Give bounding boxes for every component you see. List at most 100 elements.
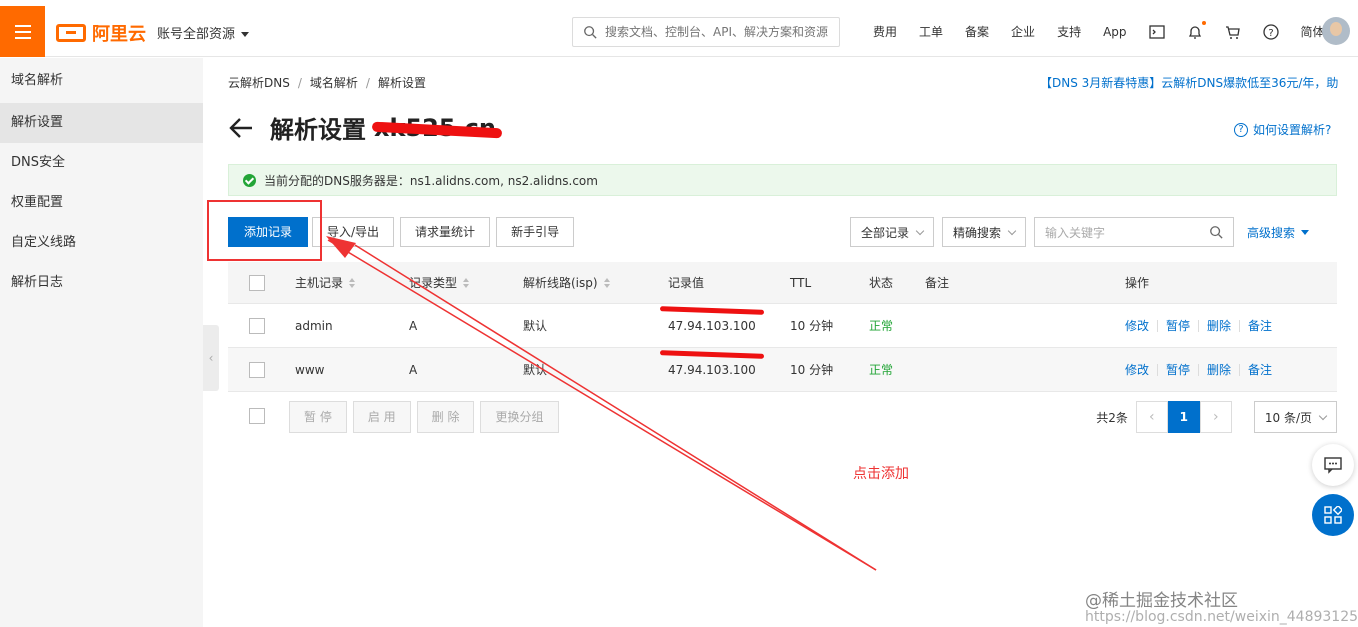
batch-pause-button[interactable]: 暂 停: [289, 401, 347, 433]
feedback-chat-button[interactable]: [1312, 444, 1354, 486]
global-search[interactable]: [572, 17, 840, 47]
edit-link[interactable]: 修改: [1125, 361, 1149, 378]
breadcrumb-item-current: 解析设置: [377, 76, 426, 90]
batch-enable-button[interactable]: 启 用: [352, 401, 411, 433]
table-row: admin A 默认 47.94.103.100 10 分钟 正常 修改 暂停 …: [228, 304, 1337, 348]
status-cell: 正常: [869, 363, 894, 377]
sidebar-item-logs[interactable]: 解析日志: [0, 263, 203, 303]
global-search-input[interactable]: [605, 25, 835, 39]
nav-enterprise[interactable]: 企业: [1011, 23, 1035, 40]
bell-icon[interactable]: [1187, 20, 1206, 40]
next-page-button[interactable]: ›: [1199, 401, 1232, 433]
batch-select-checkbox[interactable]: [249, 408, 265, 424]
page-number-current[interactable]: 1: [1167, 401, 1200, 433]
match-mode-select[interactable]: 精确搜索: [942, 217, 1027, 247]
page-title-row: 解析设置 xk525.cn: [228, 110, 503, 145]
cart-icon[interactable]: [1225, 24, 1241, 40]
language-switch[interactable]: 简体: [1301, 23, 1325, 40]
terminal-icon[interactable]: [1148, 24, 1165, 40]
check-circle-icon: [243, 173, 256, 187]
question-icon: ?: [1234, 122, 1248, 137]
sort-icon: [349, 277, 356, 288]
remark-link[interactable]: 备注: [1248, 361, 1272, 378]
total-count: 共2条: [1096, 410, 1128, 425]
table-row: www A 默认 47.94.103.100 10 分钟 正常 修改 暂停 删除…: [228, 348, 1337, 392]
import-export-button[interactable]: 导入/导出: [312, 217, 395, 247]
top-bar: 阿里云 账号全部资源 费用 工单 备案 企业 支持 App ? 简体: [0, 0, 1358, 57]
header-ttl: TTL: [790, 275, 812, 290]
header-line[interactable]: 解析线路(isp): [523, 262, 610, 303]
header-host[interactable]: 主机记录: [295, 262, 356, 303]
sidebar: 域名解析 解析设置 DNS安全 权重配置 自定义线路 解析日志: [0, 58, 203, 627]
nav-billing[interactable]: 费用: [873, 23, 897, 40]
help-link[interactable]: ? 如何设置解析?: [1234, 121, 1331, 138]
watermark: @稀土掘金技术社区 https://blog.csdn.net/weixin_4…: [1085, 586, 1358, 625]
menu-icon[interactable]: [0, 6, 45, 57]
header-value: 记录值: [668, 276, 705, 290]
pause-link[interactable]: 暂停: [1166, 317, 1190, 334]
request-stats-button[interactable]: 请求量统计: [400, 217, 491, 247]
sidebar-collapse-handle[interactable]: ‹: [203, 325, 219, 391]
svg-text:?: ?: [1268, 28, 1273, 39]
header-status: 状态: [869, 276, 894, 290]
sort-icon: [463, 277, 470, 288]
delete-link[interactable]: 删除: [1207, 317, 1231, 334]
domain-name: xk525.cn: [371, 114, 503, 142]
page-size-select[interactable]: 10 条/页: [1253, 401, 1337, 433]
avatar[interactable]: [1322, 17, 1350, 45]
line-cell: 默认: [523, 363, 548, 377]
remark-link[interactable]: 备注: [1248, 317, 1272, 334]
select-all-checkbox[interactable]: [249, 274, 265, 291]
header-type[interactable]: 记录类型: [409, 262, 470, 303]
annotation-text: 点击添加: [853, 466, 909, 482]
logo-text: 阿里云: [92, 24, 146, 45]
help-icon[interactable]: ?: [1262, 23, 1279, 40]
nav-app[interactable]: App: [1103, 25, 1126, 39]
nav-support[interactable]: 支持: [1057, 23, 1081, 40]
chevron-left-icon: ‹: [208, 351, 214, 365]
beginner-guide-button[interactable]: 新手引导: [496, 217, 575, 247]
row-actions: 修改 暂停 删除 备注: [1125, 348, 1272, 391]
apps-button[interactable]: [1312, 494, 1354, 536]
caret-down-icon: [1301, 229, 1310, 235]
host-cell: admin: [295, 318, 333, 333]
account-resource-switcher[interactable]: 账号全部资源: [157, 23, 250, 42]
aliyun-logo-icon: [56, 24, 86, 42]
nav-icp[interactable]: 备案: [965, 23, 989, 40]
breadcrumb-item-domain[interactable]: 域名解析: [310, 76, 358, 90]
batch-delete-button[interactable]: 删 除: [416, 401, 475, 433]
delete-link[interactable]: 删除: [1207, 361, 1231, 378]
nav-tickets[interactable]: 工单: [919, 23, 943, 40]
prev-page-button[interactable]: ‹: [1135, 401, 1168, 433]
type-cell: A: [409, 318, 418, 333]
pause-link[interactable]: 暂停: [1166, 361, 1190, 378]
redaction-scribble: [659, 306, 765, 315]
page-title: 解析设置: [270, 116, 366, 144]
sidebar-item-resolve-settings[interactable]: 解析设置: [0, 103, 203, 143]
top-nav: 费用 工单 备案 企业 支持 App ? 简体: [873, 20, 1347, 40]
watermark-brand: @稀土掘金技术社区: [1085, 591, 1238, 611]
keyword-input[interactable]: 输入关键字: [1034, 217, 1235, 247]
sidebar-item-weight[interactable]: 权重配置: [0, 183, 203, 223]
chevron-down-icon: [915, 226, 925, 235]
row-checkbox[interactable]: [249, 361, 265, 378]
promo-link[interactable]: 【DNS 3月新春特惠】云解析DNS爆款低至36元/年，助力: [1040, 74, 1338, 91]
notice-text: 当前分配的DNS服务器是：ns1.alidns.com, ns2.alidns.…: [264, 173, 598, 188]
change-group-button[interactable]: 更换分组: [480, 401, 559, 433]
sidebar-item-dns-security[interactable]: DNS安全: [0, 143, 203, 183]
host-cell: www: [295, 362, 325, 377]
back-arrow-icon[interactable]: [228, 115, 254, 141]
edit-link[interactable]: 修改: [1125, 317, 1149, 334]
aliyun-logo[interactable]: 阿里云: [56, 20, 146, 46]
caret-down-icon: [241, 32, 250, 37]
pagination: 共2条 ‹ 1 › 10 条/页: [1096, 401, 1337, 433]
status-cell: 正常: [869, 319, 894, 333]
sort-icon: [603, 277, 610, 288]
record-filter-select[interactable]: 全部记录: [850, 217, 935, 247]
chevron-down-icon: [1318, 411, 1328, 420]
advanced-search-toggle[interactable]: 高级搜索: [1247, 224, 1310, 241]
breadcrumb-item-dns[interactable]: 云解析DNS: [228, 76, 290, 90]
sidebar-item-custom-line[interactable]: 自定义线路: [0, 223, 203, 263]
search-icon[interactable]: [1209, 225, 1223, 239]
row-checkbox[interactable]: [249, 317, 265, 334]
